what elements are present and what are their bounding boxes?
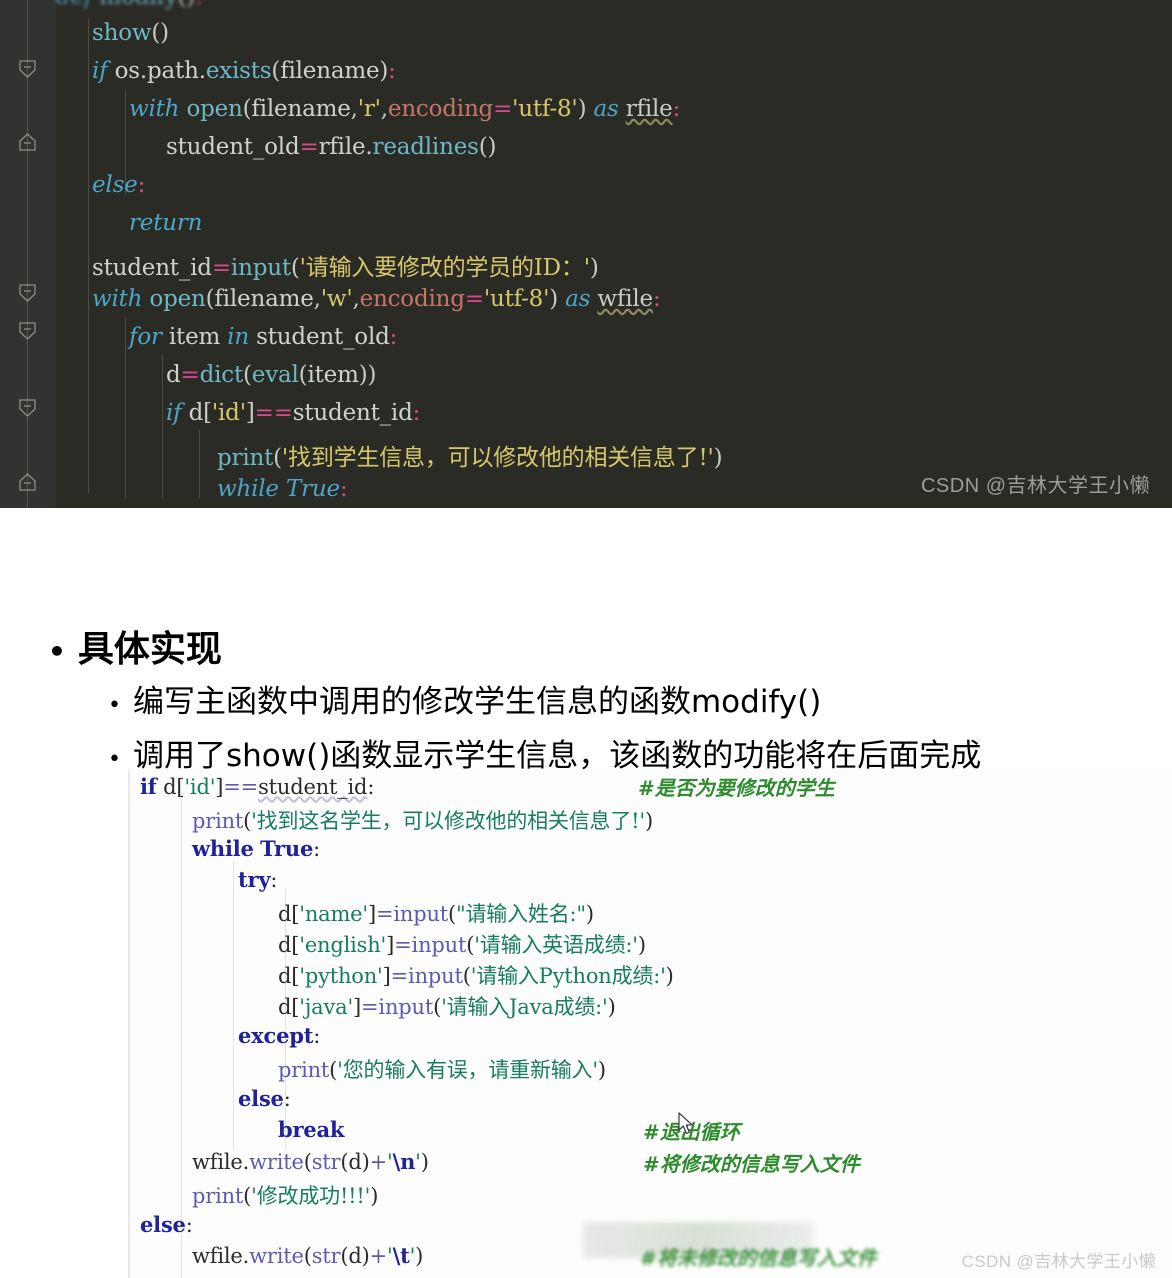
code-line-else[interactable]: else: [92, 172, 145, 198]
code-line-print-found[interactable]: print('找到学生信息，可以修改他的相关信息了!') [217, 438, 723, 472]
code-line-input-name[interactable]: d['name']=input("请输入姓名:") [278, 898, 594, 928]
code-line-else-outer[interactable]: else: [140, 1212, 193, 1237]
code-line-try[interactable]: try: [238, 867, 277, 892]
bullet-dot-icon: • [108, 747, 121, 772]
indent-guide [88, 18, 89, 493]
code-line-student-id-input[interactable]: student_id=input('请输入要修改的学员的ID：') [92, 248, 599, 282]
code-line-if-id-equals[interactable]: if d['id']==student_id: [166, 400, 420, 426]
code-line-print-found[interactable]: print('找到这名学生，可以修改他的相关信息了!') [192, 805, 653, 835]
code-line-show[interactable]: show() [92, 20, 169, 46]
code-fold-marker-1[interactable] [17, 58, 38, 79]
code-line-with-open-write[interactable]: with open(filename,'w',encoding='utf-8')… [92, 286, 661, 312]
code-line-readlines[interactable]: student_old=rfile.readlines() [166, 134, 496, 160]
slide-sub-bullet-2: • 调用了show()函数显示学生信息，该函数的功能将在后面完成 [108, 730, 981, 775]
watermark-bottom: CSDN @吉林大学王小懒 [961, 1252, 1156, 1271]
code-line-print-error[interactable]: print('您的输入有误，请重新输入') [278, 1054, 606, 1084]
slide-sub-bullet-1: • 编写主函数中调用的修改学生信息的函数modify() [108, 676, 821, 721]
code-line-while-true[interactable]: while True: [192, 836, 320, 861]
code-comment-3: #将修改的信息写入文件 [643, 1152, 860, 1176]
indent-guide [181, 1245, 182, 1278]
indent-guide [181, 792, 182, 1244]
code-fold-marker-6[interactable] [17, 472, 38, 493]
code-line-dict-eval[interactable]: d=dict(eval(item)) [166, 362, 376, 388]
code-line-if-exists[interactable]: if os.path.exists(filename): [92, 58, 396, 84]
slide-heading-row: • 具体实现 [48, 620, 222, 672]
slide-sub-bullet-2-label: 调用了show()函数显示学生信息，该函数的功能将在后面完成 [132, 738, 982, 774]
code-line-input-python[interactable]: d['python']=input('请输入Python成绩:') [278, 960, 674, 990]
code-line-while-true[interactable]: while True: [217, 476, 348, 502]
code-line-if-id[interactable]: if d['id']==student_id: [140, 774, 374, 799]
code-line-input-english[interactable]: d['english']=input('请输入英语成绩:') [278, 929, 646, 959]
indent-guide [199, 430, 200, 498]
code-line-for-item[interactable]: for item in student_old: [129, 324, 397, 350]
code-line-def-modify[interactable]: def modify(): [56, 0, 203, 10]
code-fold-marker-4[interactable] [17, 320, 38, 341]
dark-code-area[interactable]: def modify(): show() if os.path.exists(f… [56, 0, 1172, 508]
code-fold-marker-2[interactable] [17, 132, 38, 153]
code-line-break[interactable]: break [278, 1117, 344, 1142]
editor-gutter[interactable] [0, 0, 56, 508]
mouse-cursor-icon [678, 1112, 695, 1141]
code-comment-4: #将未修改的信息写入文件 [640, 1246, 877, 1270]
code-fold-marker-3[interactable] [17, 282, 38, 303]
bullet-dot-icon: • [108, 693, 121, 718]
watermark-top: CSDN @吉林大学王小懒 [920, 475, 1150, 497]
indent-guide [233, 860, 234, 1150]
code-comment-1: #是否为要修改的学生 [638, 776, 835, 800]
code-line-return[interactable]: return [129, 210, 202, 236]
page-title: 具体实现 [77, 629, 222, 670]
bullet-dot-icon: • [48, 635, 66, 668]
code-line-wfile-write-t[interactable]: wfile.write(str(d)+'\t') [192, 1243, 423, 1268]
indent-guide [125, 318, 126, 498]
slide-sub-bullet-1-label: 编写主函数中调用的修改学生信息的函数modify() [132, 684, 822, 720]
code-line-with-open-read[interactable]: with open(filename,'r',encoding='utf-8')… [129, 96, 680, 122]
code-line-else-inner[interactable]: else: [238, 1086, 291, 1111]
dark-code-editor[interactable]: def modify(): show() if os.path.exists(f… [0, 0, 1172, 508]
code-line-input-java[interactable]: d['java']=input('请输入Java成绩:') [278, 991, 616, 1021]
indent-guide [162, 355, 163, 498]
light-code-block[interactable]: if d['id']==student_id: #是否为要修改的学生 print… [128, 770, 1172, 1278]
code-line-print-success[interactable]: print('修改成功!!!') [192, 1180, 378, 1210]
code-line-wfile-write-n[interactable]: wfile.write(str(d)+'\n') [192, 1149, 429, 1174]
code-block-left-border [128, 770, 130, 1278]
code-fold-marker-5[interactable] [17, 397, 38, 418]
code-line-except[interactable]: except: [238, 1023, 320, 1048]
